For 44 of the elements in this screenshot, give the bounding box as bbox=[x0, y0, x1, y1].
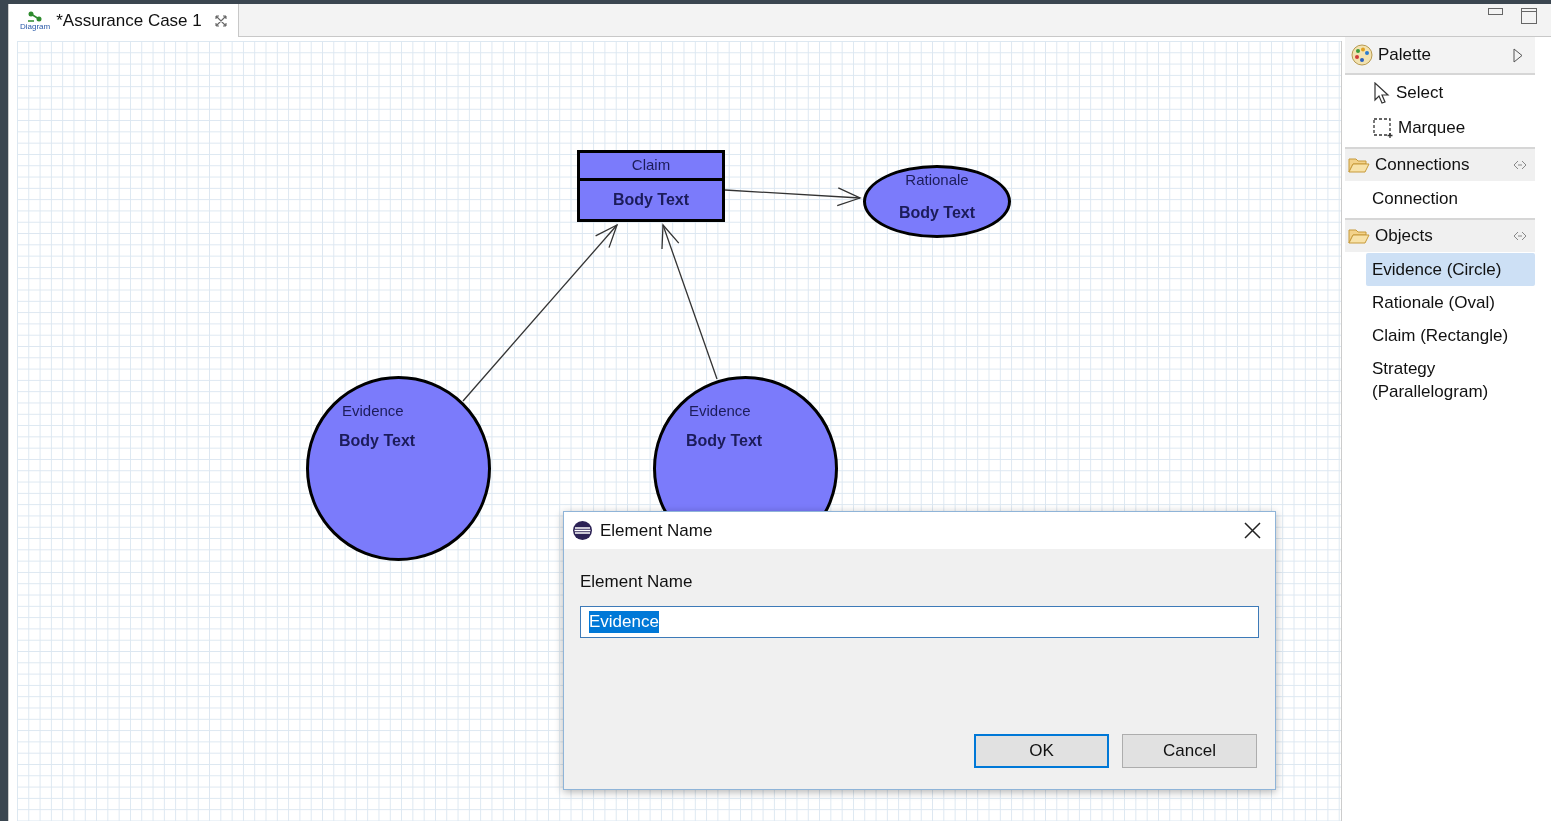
palette-drawer[interactable]: Objects bbox=[1345, 220, 1535, 252]
node-body: Body Text bbox=[686, 433, 763, 449]
diagram-canvas[interactable]: Claim Body Text Rationale Body Text Evidence Body Text Evidence Body Text Element Name Element Name Evidence OK Cancel bbox=[17, 41, 1342, 821]
node-title: Claim bbox=[631, 155, 671, 176]
close-icon[interactable] bbox=[1244, 522, 1261, 539]
dialog-button[interactable]: OK bbox=[974, 734, 1109, 768]
evidence-node[interactable]: Evidence Body Text bbox=[306, 376, 491, 561]
palette-item[interactable]: Connection bbox=[1366, 182, 1535, 215]
field-label: Element Name bbox=[580, 571, 694, 593]
palette-icon bbox=[1351, 44, 1373, 66]
name-input-field[interactable]: Evidence bbox=[580, 605, 1259, 638]
node-title: Evidence bbox=[689, 403, 751, 418]
palette-title: Palette bbox=[1378, 44, 1431, 67]
palette-item[interactable]: Claim (Rectangle) bbox=[1366, 319, 1535, 352]
expand-arrow-icon[interactable] bbox=[1513, 47, 1523, 63]
node-title: Evidence bbox=[342, 403, 404, 418]
node-body: Body Text bbox=[339, 433, 416, 449]
rationale-node[interactable]: Rationale Body Text bbox=[863, 165, 1011, 238]
node-body: Body Text bbox=[612, 190, 690, 210]
palette-drawer[interactable]: Connections bbox=[1345, 149, 1535, 181]
tab-title: *Assurance Case 1 bbox=[56, 9, 202, 32]
palette-tool[interactable]: Marquee bbox=[1345, 110, 1535, 145]
maximize-icon[interactable] bbox=[1521, 8, 1537, 24]
node-body: Body Text bbox=[898, 205, 976, 221]
palette-item[interactable]: Evidence (Circle) bbox=[1366, 253, 1535, 286]
pointer-icon bbox=[1372, 81, 1392, 104]
pin-icon[interactable] bbox=[1513, 231, 1527, 241]
dialog-button[interactable]: Cancel bbox=[1122, 734, 1257, 768]
diagram-icon bbox=[27, 10, 44, 23]
icon-caption: Diagram bbox=[20, 22, 51, 31]
palette-tool[interactable]: Select bbox=[1345, 75, 1535, 110]
palette-item[interactable]: Rationale (Oval) bbox=[1366, 286, 1535, 319]
editor-tab[interactable]: Diagram *Assurance Case 1 bbox=[9, 4, 239, 37]
app-icon bbox=[572, 520, 593, 541]
folder-icon bbox=[1348, 157, 1370, 173]
connection-arrow[interactable] bbox=[724, 187, 862, 207]
connection-arrow[interactable] bbox=[661, 223, 718, 380]
pin-icon[interactable] bbox=[1513, 160, 1527, 170]
marquee-icon bbox=[1372, 116, 1394, 139]
claim-node[interactable]: Claim Body Text bbox=[577, 150, 725, 222]
palette-item[interactable]: Strategy (Parallelogram) bbox=[1366, 352, 1535, 408]
minimize-icon[interactable] bbox=[1488, 8, 1503, 16]
folder-icon bbox=[1348, 228, 1370, 244]
node-title: Rationale bbox=[905, 172, 969, 187]
